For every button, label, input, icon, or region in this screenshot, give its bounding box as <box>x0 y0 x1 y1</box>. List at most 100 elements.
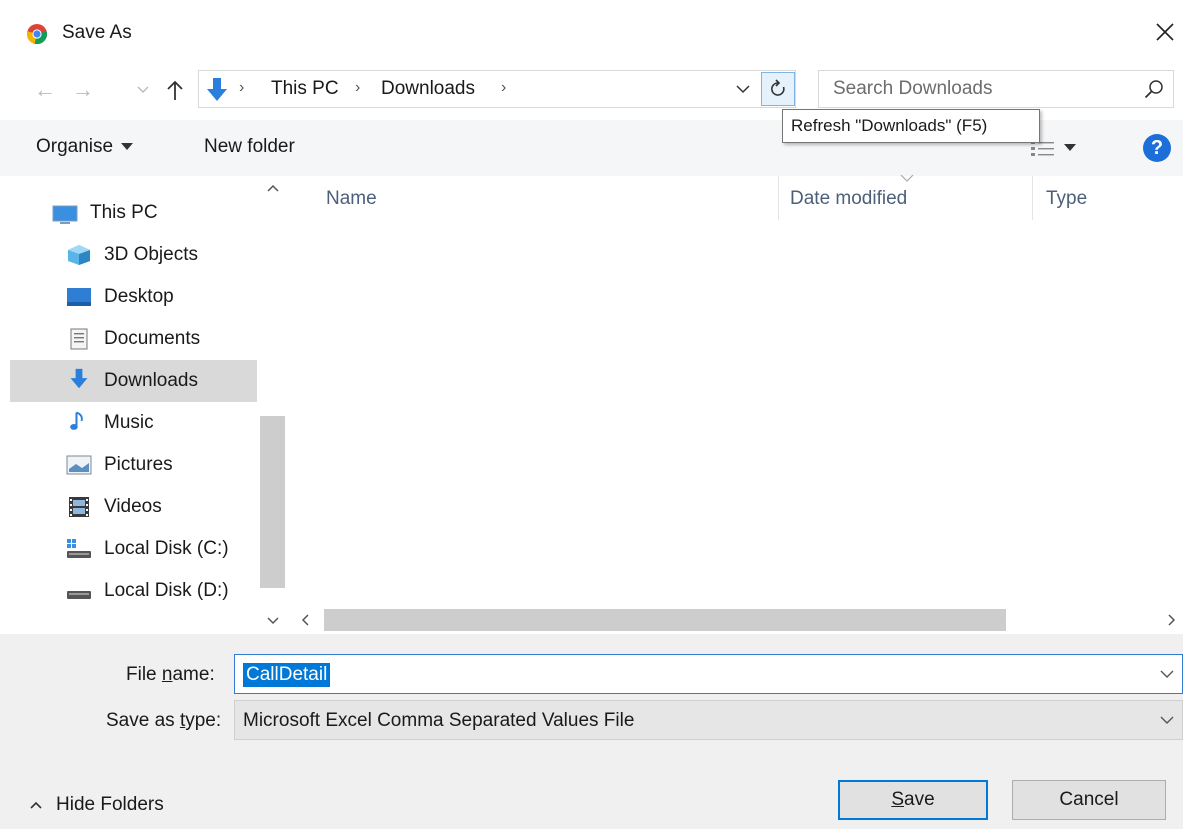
address-bar[interactable]: › This PC › Downloads › <box>198 70 796 108</box>
chevron-up-icon <box>266 184 279 192</box>
window-title: Save As <box>62 22 132 43</box>
save-button[interactable]: Save <box>838 780 988 820</box>
file-list[interactable]: Name Date modified Type <box>290 174 1183 634</box>
nav-item-label: Local Disk (C:) <box>104 538 229 559</box>
file-name-input[interactable]: CallDetail <box>243 663 331 687</box>
chevron-left-icon <box>301 614 309 626</box>
nav-item-label: Pictures <box>104 454 173 475</box>
column-header-type[interactable]: Type <box>1046 188 1087 210</box>
nav-item-label: This PC <box>90 202 158 223</box>
save-label: Save <box>891 789 935 810</box>
breadcrumb-separator: › <box>239 79 245 96</box>
chrome-icon <box>26 24 48 45</box>
downloads-icon <box>70 368 88 389</box>
organise-label: Organise <box>36 136 114 157</box>
hide-folders-label: Hide Folders <box>56 794 164 815</box>
back-button[interactable]: ← <box>28 74 62 106</box>
new-folder-label: New folder <box>204 136 295 157</box>
save-as-type-value: Microsoft Excel Comma Separated Values F… <box>243 710 635 731</box>
chevron-down-icon <box>137 86 149 93</box>
save-as-type-label: Save as type: <box>106 710 222 731</box>
nav-item-label: Local Disk (D:) <box>104 580 229 601</box>
refresh-icon <box>771 79 785 96</box>
save-as-type-select[interactable]: Microsoft Excel Comma Separated Values F… <box>234 700 1183 740</box>
breadcrumb-this-pc[interactable]: This PC <box>271 78 339 100</box>
help-button[interactable]: ? <box>1143 134 1171 162</box>
music-icon <box>70 411 83 430</box>
save-as-type-dropdown[interactable] <box>1156 709 1178 731</box>
refresh-button[interactable] <box>761 72 795 106</box>
breadcrumb-separator: › <box>501 79 507 96</box>
close-button[interactable] <box>1150 14 1180 50</box>
organise-button[interactable]: Organise <box>36 132 134 162</box>
downloads-arrow-icon <box>207 78 227 101</box>
search-box[interactable] <box>818 70 1174 108</box>
scroll-up-button[interactable] <box>257 176 288 200</box>
chevron-down-icon <box>266 617 279 625</box>
nav-item-videos[interactable]: Videos <box>10 486 257 528</box>
nav-item-pictures[interactable]: Pictures <box>10 444 257 486</box>
scrollbar-thumb[interactable] <box>260 416 285 588</box>
breadcrumb-separator: › <box>355 79 361 96</box>
file-name-dropdown[interactable] <box>1156 663 1178 685</box>
chevron-down-icon <box>736 84 750 93</box>
nav-item-label: Videos <box>104 496 162 517</box>
title-bar: Save As <box>0 0 1183 66</box>
cancel-label: Cancel <box>1059 789 1119 810</box>
up-arrow-icon <box>167 80 183 100</box>
horizontal-scrollbar[interactable] <box>290 606 1183 634</box>
file-name-field[interactable]: CallDetail <box>234 654 1183 694</box>
nav-item-downloads[interactable]: Downloads <box>10 360 257 402</box>
refresh-tooltip: Refresh "Downloads" (F5) <box>782 109 1040 143</box>
nav-item-label: Desktop <box>104 286 174 307</box>
help-icon: ? <box>1150 136 1164 159</box>
3d-objects-icon <box>68 245 90 265</box>
scroll-right-button[interactable] <box>1160 606 1183 634</box>
file-name-label: File name: <box>126 664 215 685</box>
nav-item-desktop[interactable]: Desktop <box>10 276 257 318</box>
caret-down-icon <box>121 143 134 150</box>
nav-item-label: Downloads <box>104 370 198 391</box>
column-header-date-modified[interactable]: Date modified <box>790 188 907 210</box>
scrollbar-thumb[interactable] <box>324 609 1006 631</box>
nav-item-label: Music <box>104 412 154 433</box>
save-options-panel: File name: CallDetail Save as type: Micr… <box>0 634 1183 829</box>
recent-locations-button[interactable] <box>132 76 154 104</box>
nav-item-label: Documents <box>104 328 201 349</box>
breadcrumb-downloads[interactable]: Downloads <box>381 78 475 100</box>
nav-item-3d-objects[interactable]: 3D Objects <box>10 234 257 276</box>
up-button[interactable] <box>160 74 190 106</box>
back-arrow-icon: ← <box>34 77 56 102</box>
nav-item-music[interactable]: Music <box>10 402 257 444</box>
chevron-down-icon <box>1160 716 1174 724</box>
nav-item-local-disk-d[interactable]: Local Disk (D:) <box>10 570 257 612</box>
scroll-left-button[interactable] <box>290 606 320 634</box>
chevron-down-icon <box>1160 670 1174 678</box>
scroll-down-button[interactable] <box>257 608 288 634</box>
local-disk-c-icon <box>67 539 91 558</box>
forward-button[interactable]: → <box>66 74 100 106</box>
address-dropdown-button[interactable] <box>729 75 757 103</box>
cancel-button[interactable]: Cancel <box>1012 780 1166 820</box>
desktop-icon <box>67 288 91 306</box>
nav-item-label: 3D Objects <box>104 244 198 265</box>
chevron-right-icon <box>1167 614 1175 626</box>
navigation-pane: This PC 3D Objects Desktop Documents Dow… <box>0 176 288 634</box>
search-icon <box>1144 80 1163 99</box>
nav-item-documents[interactable]: Documents <box>10 318 257 360</box>
column-divider <box>778 176 779 220</box>
search-input[interactable] <box>833 78 1133 100</box>
nav-item-this-pc[interactable]: This PC <box>10 192 257 234</box>
nav-item-local-disk-c[interactable]: Local Disk (C:) <box>10 528 257 570</box>
hide-folders-button[interactable]: Hide Folders <box>30 792 164 818</box>
pictures-icon <box>66 455 92 475</box>
local-disk-d-icon <box>67 591 91 599</box>
new-folder-button[interactable]: New folder <box>204 132 295 162</box>
chevron-up-icon <box>30 801 42 809</box>
videos-icon <box>69 497 89 517</box>
forward-arrow-icon: → <box>72 77 94 102</box>
sort-indicator-icon <box>900 174 914 182</box>
close-icon <box>1156 23 1174 41</box>
column-header-name[interactable]: Name <box>326 188 377 210</box>
navigation-scrollbar[interactable] <box>257 176 288 634</box>
